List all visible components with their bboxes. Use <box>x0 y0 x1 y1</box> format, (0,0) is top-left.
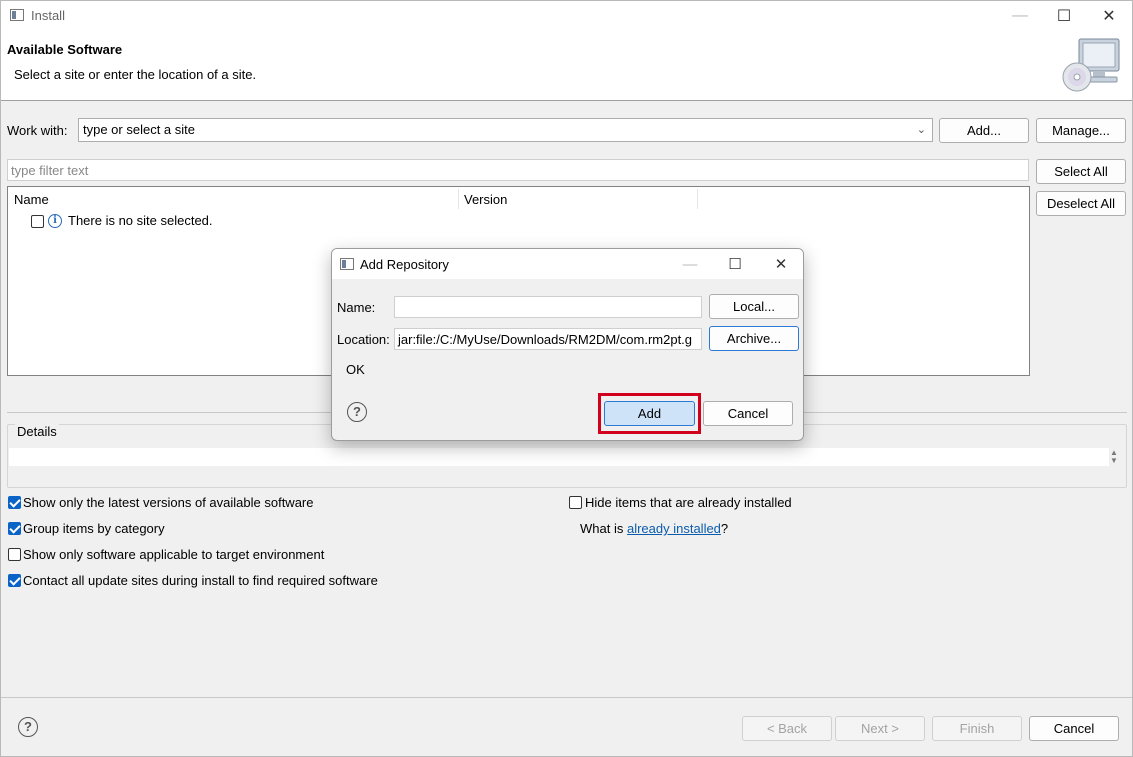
column-divider[interactable] <box>697 189 698 209</box>
work-with-combo[interactable]: type or select a site ⌄ <box>78 118 933 142</box>
footer-divider <box>1 697 1132 698</box>
close-icon[interactable]: ✕ <box>1086 1 1132 31</box>
add-repository-button[interactable]: Add <box>604 401 695 426</box>
dialog-maximize-icon[interactable]: ☐ <box>713 249 757 279</box>
tree-row-label: There is no site selected. <box>68 213 213 228</box>
wizard-header: Available Software Select a site or ente… <box>1 31 1132 101</box>
dialog-close-icon[interactable]: ✕ <box>759 249 803 279</box>
show-applicable-label: Show only software applicable to target … <box>23 547 325 562</box>
contact-sites-checkbox[interactable] <box>8 574 21 587</box>
select-all-button[interactable]: Select All <box>1036 159 1126 184</box>
deselect-all-button[interactable]: Deselect All <box>1036 191 1126 216</box>
window-title: Install <box>31 8 65 23</box>
app-window-icon <box>10 9 24 21</box>
details-scroll-icon[interactable]: ▲ ▼ <box>1110 449 1118 465</box>
title-bar: Install — ☐ ✕ <box>1 1 1132 31</box>
show-applicable-checkbox[interactable] <box>8 548 21 561</box>
work-with-label: Work with: <box>7 123 68 138</box>
cancel-button[interactable]: Cancel <box>1029 716 1119 741</box>
filter-input[interactable]: type filter text <box>7 159 1029 181</box>
show-latest-checkbox[interactable] <box>8 496 21 509</box>
local-button[interactable]: Local... <box>709 294 799 319</box>
name-field[interactable] <box>394 296 702 318</box>
name-label: Name: <box>337 300 376 315</box>
dialog-minimize-icon[interactable]: — <box>668 249 712 279</box>
column-header-name[interactable]: Name <box>8 187 55 211</box>
manage-sites-button[interactable]: Manage... <box>1036 118 1126 143</box>
details-label: Details <box>15 424 59 439</box>
tree-row-checkbox[interactable] <box>31 215 44 228</box>
what-is-installed-text: What is already installed? <box>580 521 728 536</box>
hide-installed-checkbox[interactable] <box>569 496 582 509</box>
location-label: Location: <box>337 332 390 347</box>
dialog-cancel-button[interactable]: Cancel <box>703 401 793 426</box>
next-button[interactable]: Next > <box>835 716 925 741</box>
chevron-down-icon[interactable]: ⌄ <box>917 123 926 136</box>
already-installed-link[interactable]: already installed <box>627 521 721 536</box>
show-latest-label: Show only the latest versions of availab… <box>23 495 314 510</box>
dialog-help-icon[interactable]: ? <box>347 402 367 422</box>
group-by-category-label: Group items by category <box>23 521 165 536</box>
contact-sites-label: Contact all update sites during install … <box>23 573 378 588</box>
archive-button[interactable]: Archive... <box>709 326 799 351</box>
what-is-prefix: What is <box>580 521 627 536</box>
maximize-icon[interactable]: ☐ <box>1041 1 1087 31</box>
dialog-window-icon <box>340 258 354 270</box>
dialog-title: Add Repository <box>360 257 449 272</box>
minimize-icon[interactable]: — <box>997 1 1043 31</box>
back-button[interactable]: < Back <box>742 716 832 741</box>
add-repository-dialog: Add Repository — ☐ ✕ Name: Local... Loca… <box>331 248 804 441</box>
column-header-version[interactable]: Version <box>458 187 513 211</box>
what-is-suffix: ? <box>720 521 729 536</box>
info-icon: i <box>48 214 62 228</box>
page-subtitle: Select a site or enter the location of a… <box>14 67 257 82</box>
add-site-button[interactable]: Add... <box>939 118 1029 143</box>
install-window: Install — ☐ ✕ Available Software Select … <box>0 0 1133 757</box>
group-by-category-checkbox[interactable] <box>8 522 21 535</box>
page-title: Available Software <box>7 42 123 57</box>
finish-button[interactable]: Finish <box>932 716 1022 741</box>
dialog-status-text: OK <box>346 362 365 377</box>
hide-installed-label: Hide items that are already installed <box>585 495 792 510</box>
dialog-title-bar: Add Repository — ☐ ✕ <box>332 249 803 279</box>
work-with-value: type or select a site <box>83 122 195 137</box>
location-field[interactable]: jar:file:/C:/MyUse/Downloads/RM2DM/com.r… <box>394 328 702 350</box>
details-text-area[interactable] <box>9 448 1109 466</box>
install-cd-monitor-icon <box>1062 38 1120 92</box>
help-icon[interactable]: ? <box>18 717 38 737</box>
